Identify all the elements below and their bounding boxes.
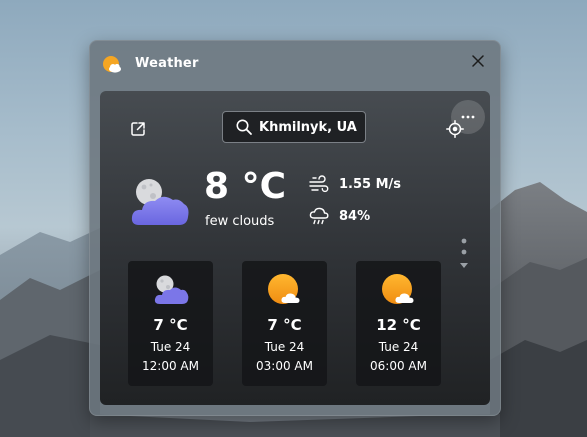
forecast-temperature: 12 °C: [376, 316, 421, 334]
humidity-value: 84%: [339, 208, 371, 224]
forecast-scroll-indicator[interactable]: [458, 235, 470, 277]
sun-cloud-icon: [103, 56, 121, 73]
app-title: Weather: [135, 56, 199, 71]
rain-cloud-icon: [309, 207, 329, 225]
weather-description: few clouds: [205, 214, 275, 229]
forecast-tile[interactable]: 7 °C Tue 24 03:00 AM: [242, 261, 327, 386]
close-icon: [472, 55, 484, 67]
location-search-value: Khmilnyk, UA: [259, 119, 357, 135]
forecast-tile[interactable]: 7 °C Tue 24 12:00 AM: [128, 261, 213, 386]
forecast-temperature: 7 °C: [153, 316, 188, 334]
open-external-icon: [131, 122, 145, 136]
forecast-tile[interactable]: 12 °C Tue 24 06:00 AM: [356, 261, 441, 386]
forecast-date: Tue 24: [150, 340, 191, 354]
moon-cloud-icon: [131, 179, 189, 225]
close-button[interactable]: [466, 49, 490, 73]
open-external-button[interactable]: [127, 118, 149, 140]
wind-speed-row: 1.55 M/s: [308, 173, 401, 195]
title-bar[interactable]: Weather: [90, 41, 500, 89]
moon-cloud-icon: [154, 275, 189, 304]
weather-card: Khmilnyk, UA 8 °C few clouds 1.55 M/s 84…: [100, 91, 490, 405]
weather-widget-window: Weather Khmilnyk, UA 8 °C few clouds 1.5…: [89, 40, 501, 416]
forecast-time: 03:00 AM: [256, 359, 313, 373]
locate-icon: [446, 120, 464, 138]
forecast-time: 06:00 AM: [370, 359, 427, 373]
location-search-input[interactable]: Khmilnyk, UA: [222, 111, 366, 143]
current-temperature: 8 °C: [204, 166, 287, 207]
wind-speed-value: 1.55 M/s: [339, 176, 402, 192]
current-location-button[interactable]: [444, 118, 466, 140]
forecast-temperature: 7 °C: [267, 316, 302, 334]
wind-icon: [309, 175, 329, 193]
search-icon: [236, 119, 252, 135]
humidity-row: 84%: [308, 205, 370, 227]
forecast-time: 12:00 AM: [142, 359, 199, 373]
forecast-date: Tue 24: [264, 340, 305, 354]
sun-cloud-icon: [268, 274, 300, 304]
sun-cloud-icon: [382, 274, 414, 304]
forecast-date: Tue 24: [378, 340, 419, 354]
